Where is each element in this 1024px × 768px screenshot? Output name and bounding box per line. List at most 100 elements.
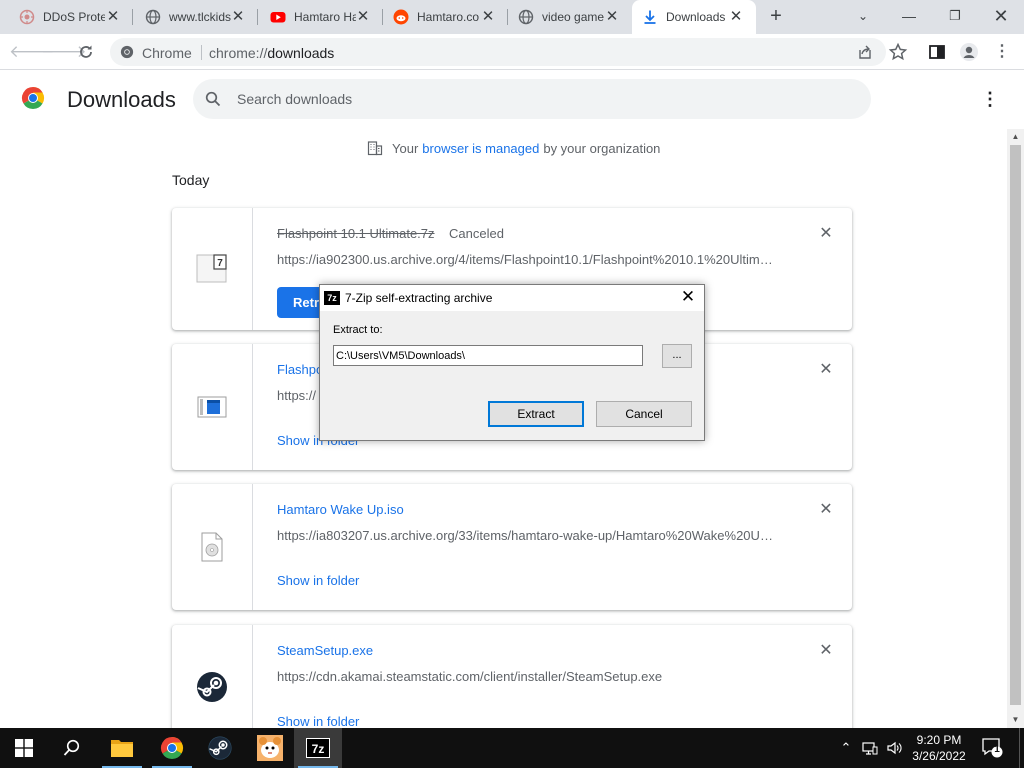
side-panel-icon[interactable] xyxy=(927,42,947,62)
close-tab-icon[interactable]: ✕ xyxy=(728,9,744,25)
page-scrollbar[interactable]: ▲ ▼ xyxy=(1007,129,1024,728)
tab-hamtaro-youtube[interactable]: Hamtaro Ham-Ham ✕ xyxy=(258,0,383,34)
search-downloads-box[interactable] xyxy=(193,79,871,119)
volume-icon[interactable] xyxy=(886,740,902,756)
steam-icon xyxy=(197,672,227,702)
share-icon[interactable] xyxy=(857,44,873,60)
show-hidden-icons-chevron-icon[interactable]: ⌃ xyxy=(838,740,854,756)
globe-icon xyxy=(518,9,534,25)
download-status: Canceled xyxy=(449,226,504,241)
close-tab-icon[interactable]: ✕ xyxy=(355,9,371,25)
search-downloads-input[interactable] xyxy=(237,89,837,109)
steam-taskbar-button[interactable] xyxy=(196,728,244,768)
tab-hamtaro-reddit[interactable]: Hamtaro.com ✕ xyxy=(383,0,508,34)
tab-ddos[interactable]: DDoS Protection ✕ xyxy=(0,0,133,34)
minimize-button[interactable]: — xyxy=(886,0,932,34)
hamtaro-app-button[interactable] xyxy=(246,728,294,768)
remove-download-icon[interactable]: ✕ xyxy=(818,226,834,242)
chrome-taskbar-button[interactable] xyxy=(148,728,196,768)
clock-time: 9:20 PM xyxy=(916,733,962,747)
file-explorer-button[interactable] xyxy=(98,728,146,768)
show-in-folder-link[interactable]: Show in folder xyxy=(277,714,359,728)
close-tab-icon[interactable]: ✕ xyxy=(230,9,246,25)
youtube-icon xyxy=(270,12,286,23)
tab-tlckids[interactable]: www.tlckids.com ✕ xyxy=(133,0,258,34)
cancel-button[interactable]: Cancel xyxy=(596,401,692,427)
forward-button[interactable]: 🡒 xyxy=(41,40,87,64)
tab-downloads[interactable]: Downloads ✕ xyxy=(632,0,756,34)
7zip-taskbar-button[interactable]: 7z xyxy=(294,728,342,768)
download-icon xyxy=(644,10,656,24)
remove-download-icon[interactable]: ✕ xyxy=(818,502,834,518)
chrome-icon xyxy=(120,45,134,59)
download-item: SteamSetup.exe https://cdn.akamai.steams… xyxy=(172,625,852,728)
start-button[interactable] xyxy=(0,728,48,768)
globe-icon xyxy=(145,9,161,25)
remove-download-icon[interactable]: ✕ xyxy=(818,362,834,378)
7zip-icon: 7z xyxy=(306,738,330,758)
search-icon xyxy=(205,91,221,107)
notification-icon xyxy=(982,738,1003,758)
tab-title: video games xyxy=(542,10,604,24)
close-tab-icon[interactable]: ✕ xyxy=(480,9,496,25)
profile-avatar-icon[interactable] xyxy=(959,42,979,62)
dialog-titlebar[interactable]: 7z 7-Zip self-extracting archive ✕ xyxy=(320,285,704,311)
managed-notice: Your browser is managed by your organiza… xyxy=(367,140,660,156)
extract-button[interactable]: Extract xyxy=(488,401,584,427)
windows-logo-icon xyxy=(15,739,33,757)
extract-path-input[interactable] xyxy=(333,345,643,366)
folder-icon xyxy=(111,740,133,757)
address-bar[interactable]: Chrome chrome://downloads xyxy=(110,38,886,66)
download-url[interactable]: https://ia803207.us.archive.org/33/items… xyxy=(277,528,777,543)
scroll-up-arrow-icon[interactable]: ▲ xyxy=(1007,129,1024,145)
download-filename[interactable]: Hamtaro Wake Up.iso xyxy=(277,502,404,517)
url-text: chrome://downloads xyxy=(209,45,334,61)
reload-button[interactable] xyxy=(74,40,98,64)
close-window-button[interactable]: ✕ xyxy=(978,0,1024,34)
managed-suffix: by your organization xyxy=(543,140,661,156)
page-title: Downloads xyxy=(67,87,176,112)
tab-strip: DDoS Protection ✕ www.tlckids.com ✕ Hamt… xyxy=(0,0,1024,34)
svg-text:7z: 7z xyxy=(312,742,325,756)
restore-button[interactable]: ❐ xyxy=(932,0,978,34)
svg-text:7: 7 xyxy=(217,258,223,269)
download-url[interactable]: https://cdn.akamai.steamstatic.com/clien… xyxy=(277,669,777,684)
download-url[interactable]: https://ia902300.us.archive.org/4/items/… xyxy=(277,252,777,267)
search-button[interactable] xyxy=(48,728,96,768)
show-desktop-button[interactable] xyxy=(1019,728,1024,768)
new-tab-button[interactable]: + xyxy=(764,5,788,29)
chrome-logo-icon xyxy=(21,87,45,110)
browse-button[interactable]: ... xyxy=(662,344,692,368)
scrollbar-thumb[interactable] xyxy=(1010,145,1021,705)
steam-icon xyxy=(208,736,232,760)
tab-video-games[interactable]: video games ✕ xyxy=(508,0,632,34)
building-icon xyxy=(367,141,383,156)
clock-date: 3/26/2022 xyxy=(912,749,966,763)
tab-title: Hamtaro.com xyxy=(417,10,479,24)
downloads-menu-icon[interactable]: ⋮ xyxy=(980,87,1000,111)
date-heading: Today xyxy=(172,172,210,188)
tab-title: DDoS Protection xyxy=(43,10,105,24)
close-tab-icon[interactable]: ✕ xyxy=(604,9,620,25)
scroll-down-arrow-icon[interactable]: ▼ xyxy=(1007,712,1024,728)
action-center-button[interactable]: 1 xyxy=(982,738,1004,758)
back-button[interactable]: 🡐 xyxy=(9,40,55,64)
remove-download-icon[interactable]: ✕ xyxy=(818,643,834,659)
url-scheme: chrome:// xyxy=(209,45,268,61)
application-file-icon xyxy=(197,396,227,418)
bookmark-star-icon[interactable] xyxy=(888,42,908,62)
taskbar-clock[interactable]: 9:20 PM 3/26/2022 xyxy=(906,732,972,764)
browser-managed-link[interactable]: browser is managed xyxy=(422,141,539,156)
download-filename: Flashpoint 10.1 Ultimate.7z xyxy=(277,226,435,241)
download-filename[interactable]: SteamSetup.exe xyxy=(277,643,373,658)
browser-menu-icon[interactable]: ⋮ xyxy=(990,40,1014,64)
show-in-folder-link[interactable]: Show in folder xyxy=(277,573,359,588)
network-icon[interactable] xyxy=(862,740,878,756)
7zip-app-icon: 7z xyxy=(324,291,340,305)
site-label: Chrome xyxy=(142,45,192,61)
tab-title: www.tlckids.com xyxy=(169,10,231,24)
dialog-close-icon[interactable]: ✕ xyxy=(680,288,696,305)
browser-toolbar: 🡐 🡒 Chrome chrome://downloads ⋮ xyxy=(0,34,1024,70)
tab-search-chevron-icon[interactable]: ⌄ xyxy=(840,0,886,34)
close-tab-icon[interactable]: ✕ xyxy=(105,9,121,25)
